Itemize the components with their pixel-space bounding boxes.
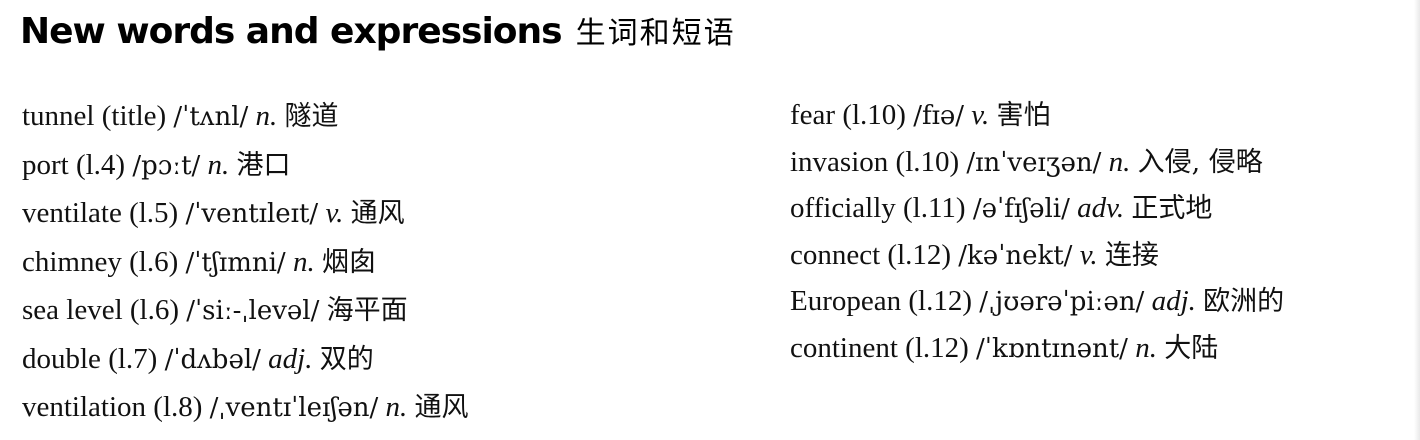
vocab-phonetic: /ˈtʌnl/ bbox=[173, 102, 249, 132]
vocab-line-ref: (l.6) bbox=[129, 245, 179, 278]
vocab-word: ventilation bbox=[22, 391, 147, 423]
vocab-meaning: 双的 bbox=[319, 343, 374, 375]
vocab-meaning: 害怕 bbox=[996, 100, 1051, 131]
page-edge-shadow bbox=[1414, 0, 1420, 440]
vocab-part-of-speech: n. bbox=[292, 245, 315, 278]
vocab-line-ref: (l.10) bbox=[895, 145, 960, 178]
vocab-meaning: 烟囱 bbox=[321, 246, 376, 278]
vocab-word: continent bbox=[790, 331, 898, 364]
vocab-word: port bbox=[22, 148, 69, 181]
vocab-part-of-speech: n. bbox=[255, 100, 278, 132]
vocab-word: connect bbox=[790, 238, 881, 271]
vocab-line-ref: (l.8) bbox=[153, 391, 203, 423]
vocab-entry: ventilate (l.5) /ˈventɪleɪt/ v. 通风 bbox=[22, 189, 469, 238]
vocab-meaning: 连接 bbox=[1104, 239, 1159, 271]
vocab-entry: connect (l.12) /kəˈnekt/ v. 连接 bbox=[790, 232, 1284, 279]
vocab-entry: tunnel (title) /ˈtʌnl/ n. 隧道 bbox=[22, 92, 469, 141]
vocab-phonetic: /ˈkɒntɪnənt/ bbox=[976, 333, 1128, 364]
vocab-meaning: 海平面 bbox=[326, 295, 408, 326]
vocab-phonetic: /əˈfɪʃəli/ bbox=[972, 194, 1070, 224]
vocab-phonetic: /ˈtʃɪmni/ bbox=[185, 247, 286, 278]
vocab-part-of-speech: v. bbox=[1079, 238, 1098, 271]
vocab-line-ref: (l.12) bbox=[905, 331, 969, 364]
vocab-line-ref: (title) bbox=[101, 100, 167, 132]
heading-english: New words and expressions bbox=[20, 11, 563, 52]
vocab-meaning: 隧道 bbox=[284, 101, 339, 132]
heading-chinese: 生词和短语 bbox=[575, 16, 736, 51]
vocabulary-list-right: fear (l.10) /fɪə/ v. 害怕 invasion (l.10) … bbox=[790, 92, 1284, 371]
vocab-word: double bbox=[22, 342, 101, 375]
vocab-phonetic: /ˈsiː-ˌlevəl/ bbox=[186, 296, 320, 326]
vocabulary-list-left: tunnel (title) /ˈtʌnl/ n. 隧道 port (l.4) … bbox=[22, 92, 469, 432]
vocab-entry: sea level (l.6) /ˈsiː-ˌlevəl/ 海平面 bbox=[22, 286, 469, 335]
vocab-entry: ventilation (l.8) /ˌventɪˈleɪʃən/ n. 通风 bbox=[22, 383, 469, 432]
vocab-part-of-speech: v. bbox=[325, 197, 344, 229]
vocab-line-ref: (l.6) bbox=[129, 294, 180, 326]
vocab-meaning: 入侵, 侵略 bbox=[1137, 146, 1263, 178]
vocab-word: sea level bbox=[22, 294, 123, 326]
vocab-phonetic: /ˈdʌbəl/ bbox=[164, 344, 261, 375]
vocab-line-ref: (l.10) bbox=[842, 99, 906, 131]
vocab-line-ref: (l.7) bbox=[108, 342, 158, 375]
vocab-meaning: 港口 bbox=[236, 149, 291, 181]
vocab-entry: fear (l.10) /fɪə/ v. 害怕 bbox=[790, 92, 1284, 139]
vocab-entry: continent (l.12) /ˈkɒntɪnənt/ n. 大陆 bbox=[790, 325, 1284, 372]
vocab-part-of-speech: adj. bbox=[268, 342, 313, 375]
vocab-line-ref: (l.5) bbox=[129, 197, 179, 229]
vocab-word: chimney bbox=[22, 245, 122, 278]
vocab-line-ref: (l.12) bbox=[908, 285, 972, 317]
vocab-meaning: 欧洲的 bbox=[1203, 286, 1285, 317]
section-heading: New words and expressions 生词和短语 bbox=[20, 8, 736, 52]
vocab-word: officially bbox=[790, 192, 896, 224]
vocab-meaning: 通风 bbox=[414, 392, 469, 423]
vocab-line-ref: (l.11) bbox=[903, 192, 966, 224]
vocab-part-of-speech: v. bbox=[971, 99, 990, 131]
vocab-phonetic: /kəˈnekt/ bbox=[958, 240, 1073, 271]
vocab-meaning: 大陆 bbox=[1164, 332, 1219, 364]
vocab-part-of-speech: adv. bbox=[1077, 192, 1125, 224]
vocab-phonetic: /ˌventɪˈleɪʃən/ bbox=[209, 393, 379, 423]
vocab-entry: officially (l.11) /əˈfɪʃəli/ adv. 正式地 bbox=[790, 185, 1284, 232]
vocab-word: ventilate bbox=[22, 197, 122, 229]
vocab-entry: invasion (l.10) /ɪnˈveɪʒən/ n. 入侵, 侵略 bbox=[790, 139, 1284, 186]
vocab-entry: chimney (l.6) /ˈtʃɪmni/ n. 烟囱 bbox=[22, 238, 469, 287]
vocab-entry: European (l.12) /ˌjʊərəˈpiːən/ adj. 欧洲的 bbox=[790, 278, 1284, 325]
vocab-part-of-speech: n. bbox=[207, 148, 230, 181]
vocab-part-of-speech: n. bbox=[385, 391, 408, 423]
vocab-entry: port (l.4) /pɔːt/ n. 港口 bbox=[22, 141, 469, 190]
vocab-phonetic: /pɔːt/ bbox=[132, 150, 201, 181]
vocab-part-of-speech: n. bbox=[1108, 145, 1131, 178]
vocab-line-ref: (l.12) bbox=[887, 238, 952, 271]
vocab-meaning: 正式地 bbox=[1131, 193, 1213, 224]
vocab-phonetic: /ɪnˈveɪʒən/ bbox=[966, 147, 1102, 178]
vocab-line-ref: (l.4) bbox=[75, 148, 126, 181]
vocab-word: invasion bbox=[790, 145, 889, 178]
vocab-word: fear bbox=[790, 99, 836, 131]
vocabulary-page: New words and expressions 生词和短语 tunnel (… bbox=[0, 0, 1420, 440]
vocab-word: European bbox=[790, 285, 902, 317]
vocab-word: tunnel bbox=[22, 100, 95, 132]
vocab-phonetic: /ˈventɪleɪt/ bbox=[185, 199, 319, 229]
vocab-meaning: 通风 bbox=[350, 198, 405, 229]
vocab-part-of-speech: n. bbox=[1135, 331, 1157, 364]
vocab-phonetic: /ˌjʊərəˈpiːən/ bbox=[979, 287, 1145, 317]
vocab-part-of-speech: adj. bbox=[1151, 285, 1196, 317]
vocab-entry: double (l.7) /ˈdʌbəl/ adj. 双的 bbox=[22, 335, 469, 384]
vocab-phonetic: /fɪə/ bbox=[913, 101, 965, 131]
